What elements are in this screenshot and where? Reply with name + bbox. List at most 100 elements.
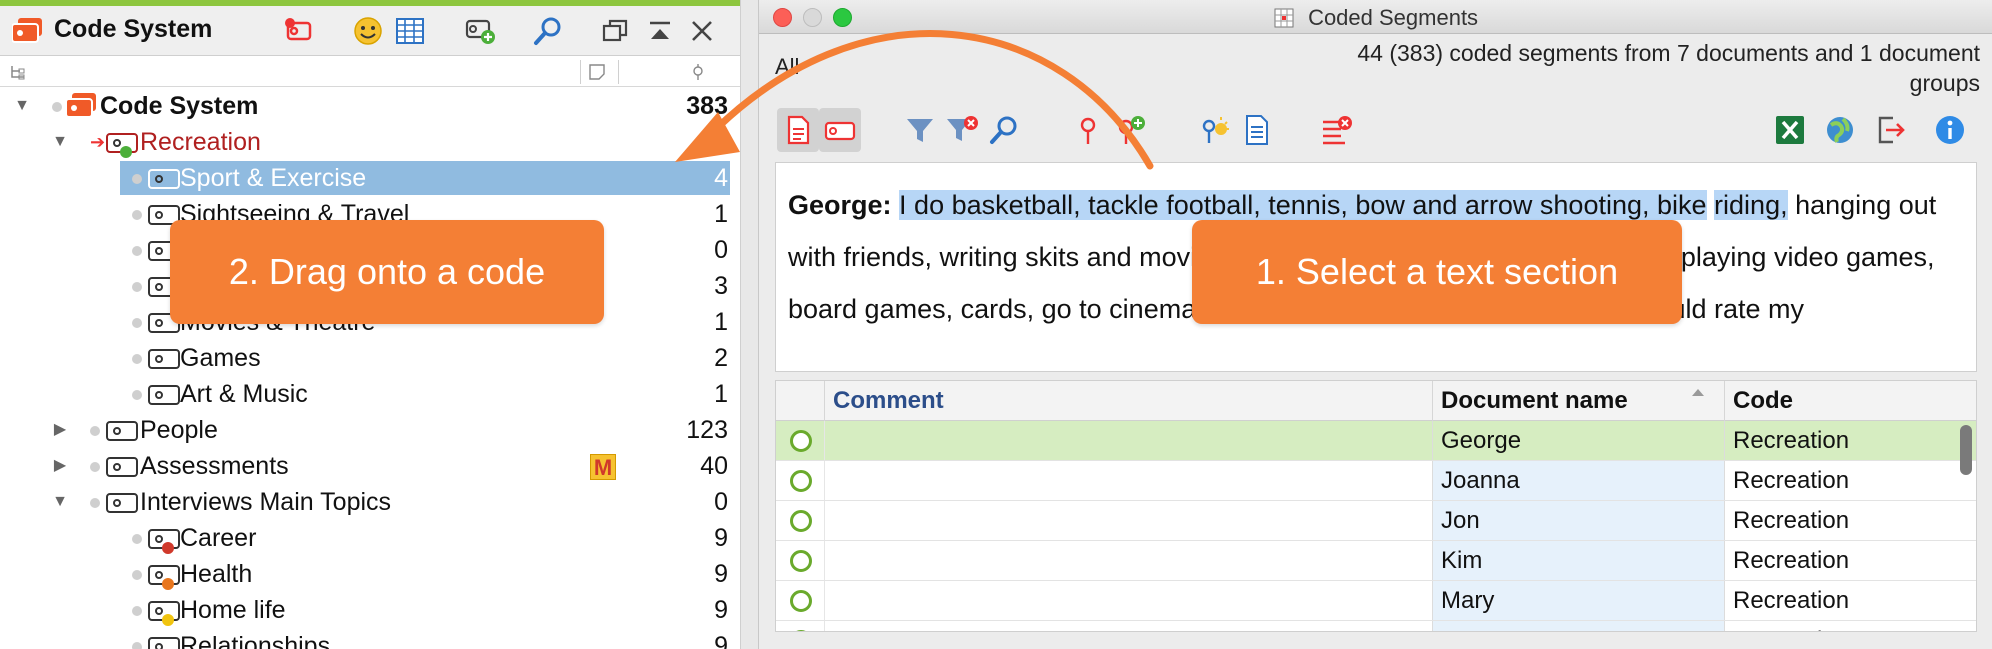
web-export-icon[interactable]: [1819, 108, 1861, 152]
code-label: Code System: [100, 92, 259, 120]
col-document-name-label: Document name: [1441, 387, 1628, 414]
memo-badge-icon[interactable]: M: [590, 454, 616, 480]
code-count: 1: [714, 200, 728, 228]
code-tree-item[interactable]: ▶ People 123: [0, 412, 740, 448]
segment-status-icon[interactable]: [790, 470, 812, 492]
comment-cell[interactable]: [824, 421, 1432, 460]
comment-cell[interactable]: [824, 621, 1432, 631]
status-cell: [776, 421, 824, 460]
code-label: People: [140, 416, 218, 444]
table-row[interactable]: Joanna Recreation: [776, 461, 1976, 501]
search-segments-icon[interactable]: [983, 108, 1025, 152]
document-cell: Kim: [1432, 541, 1724, 580]
table-row[interactable]: George Recreation: [776, 421, 1976, 461]
collapse-icon[interactable]: [642, 13, 678, 49]
close-icon[interactable]: [684, 13, 720, 49]
panel-splitter[interactable]: [740, 0, 758, 649]
document-cell: George: [1432, 421, 1724, 460]
col-code[interactable]: Code: [1724, 381, 1976, 421]
collapse-toggle-icon[interactable]: ▼: [12, 88, 32, 124]
window-title: Coded Segments: [1308, 5, 1479, 30]
segment-status-icon[interactable]: [790, 590, 812, 612]
code-tree-item[interactable]: ▼ Code System 383: [0, 88, 740, 124]
comment-cell[interactable]: [824, 581, 1432, 620]
code-tree-item[interactable]: ▶ Assessments M 40: [0, 448, 740, 484]
table-row[interactable]: M...Recreation: [776, 621, 1976, 631]
comment-cell[interactable]: [824, 541, 1432, 580]
table-row[interactable]: Kim Recreation: [776, 541, 1976, 581]
table-row[interactable]: Mary Recreation: [776, 581, 1976, 621]
hierarchy-icon[interactable]: [10, 64, 26, 80]
callout-drag-onto-code: 2. Drag onto a code: [170, 220, 604, 324]
code-label: Assessments: [140, 452, 289, 480]
code-cell: Recreation: [1724, 621, 1976, 631]
remove-filter-icon[interactable]: [941, 108, 983, 152]
status-dot: [132, 606, 142, 616]
code-view-button[interactable]: [819, 108, 861, 152]
code-tree-item[interactable]: Career 9: [0, 520, 740, 556]
code-count: 0: [714, 236, 728, 264]
table-row[interactable]: Jon Recreation: [776, 501, 1976, 541]
collapse-toggle-icon[interactable]: ▼: [50, 484, 70, 520]
code-tree-item[interactable]: Games 2: [0, 340, 740, 376]
expand-toggle-icon[interactable]: ▶: [50, 448, 70, 484]
new-code-icon[interactable]: [280, 13, 316, 49]
segment-status-icon[interactable]: [790, 430, 812, 452]
callout-select-text: 1. Select a text section: [1192, 220, 1682, 324]
smart-coding-icon[interactable]: [1193, 108, 1235, 152]
segment-status-icon[interactable]: [790, 630, 812, 631]
status-dot: [132, 246, 142, 256]
scope-label[interactable]: All: [775, 54, 799, 80]
active-code-marker-icon: ➔: [90, 132, 106, 152]
code-tree-item[interactable]: Sport & Exercise 4: [0, 160, 740, 196]
segment-status-icon[interactable]: [790, 510, 812, 532]
code-color-dot: [162, 614, 174, 626]
collapse-toggle-icon[interactable]: ▼: [50, 124, 70, 160]
code-label: Interviews Main Topics: [140, 488, 392, 516]
col-document-name[interactable]: Document name: [1432, 381, 1724, 421]
code-system-header: Code System: [0, 6, 740, 56]
delete-segments-icon[interactable]: [1315, 108, 1357, 152]
memo-column-icon[interactable]: [588, 63, 606, 81]
code-tree-item[interactable]: Relationships 9: [0, 628, 740, 649]
document-view-button[interactable]: [777, 108, 819, 152]
excel-export-icon[interactable]: [1769, 108, 1811, 152]
weight-icon[interactable]: [1067, 108, 1109, 152]
code-tree-item[interactable]: ▼ Interviews Main Topics 0: [0, 484, 740, 520]
status-dot: [132, 282, 142, 292]
code-system-root-icon: [66, 93, 96, 118]
code-tree-item[interactable]: Health 9: [0, 556, 740, 592]
export-icon[interactable]: [1869, 108, 1911, 152]
code-matrix-icon[interactable]: [392, 13, 428, 49]
coded-segments-window: Coded Segments All 44 (383) coded segmen…: [758, 0, 1992, 649]
comment-cell[interactable]: [824, 501, 1432, 540]
status-dot: [90, 426, 100, 436]
status-dot: [132, 642, 142, 649]
code-color-dot: [120, 146, 132, 158]
search-icon[interactable]: [530, 13, 566, 49]
status-dot: [132, 534, 142, 544]
info-icon[interactable]: [1929, 108, 1971, 152]
selected-text-2[interactable]: riding,: [1714, 190, 1788, 220]
col-comment[interactable]: Comment: [824, 381, 1432, 421]
overview-list-icon[interactable]: [1235, 108, 1277, 152]
emoticode-icon[interactable]: [350, 13, 386, 49]
col-status[interactable]: [776, 381, 824, 421]
add-code-icon[interactable]: [462, 13, 498, 49]
code-count: 383: [686, 92, 728, 120]
add-code-segment-icon[interactable]: [1109, 108, 1151, 152]
code-cell: Recreation: [1724, 541, 1976, 580]
status-dot: [90, 462, 100, 472]
status-dot: [52, 102, 62, 112]
segment-status-icon[interactable]: [790, 550, 812, 572]
code-tree-item[interactable]: Art & Music 1: [0, 376, 740, 412]
frequency-column-icon[interactable]: [690, 63, 706, 81]
filter-icon[interactable]: [899, 108, 941, 152]
expand-toggle-icon[interactable]: ▶: [50, 412, 70, 448]
code-tree-item[interactable]: ▼ ➔ Recreation 7: [0, 124, 740, 160]
selected-text-1[interactable]: I do basketball, tackle football, tennis…: [899, 190, 1707, 220]
code-tree-item[interactable]: Home life 9: [0, 592, 740, 628]
undock-icon[interactable]: [597, 13, 633, 49]
comment-cell[interactable]: [824, 461, 1432, 500]
table-scrollbar[interactable]: [1960, 425, 1972, 475]
